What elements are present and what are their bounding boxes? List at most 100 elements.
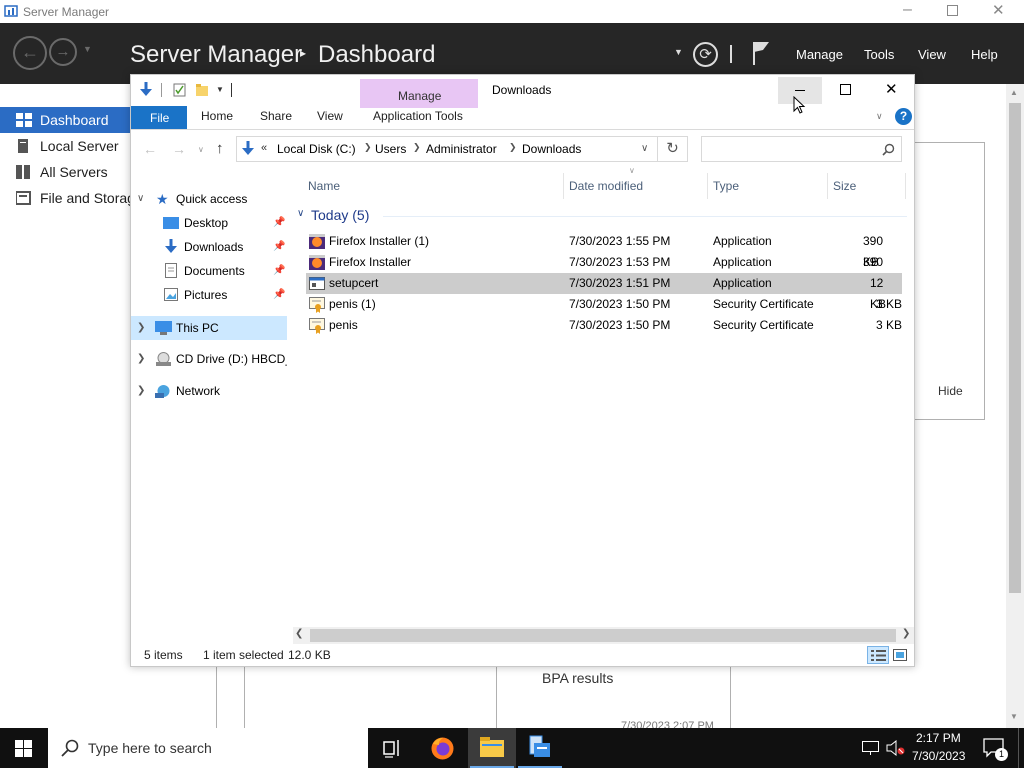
details-view-button[interactable]	[867, 646, 889, 664]
column-divider[interactable]	[905, 173, 906, 199]
server-manager-taskbar-button[interactable]	[516, 728, 564, 768]
menu-manage[interactable]: Manage	[796, 47, 843, 62]
nav-downloads[interactable]: Downloads 📌	[131, 235, 291, 259]
nav-back-icon[interactable]: ←	[143, 141, 157, 157]
address-part-administrator[interactable]: Administrator	[426, 142, 497, 156]
new-folder-icon[interactable]	[195, 83, 209, 97]
forward-button[interactable]: →	[49, 38, 77, 66]
recent-locations-icon[interactable]: ∨	[198, 145, 204, 154]
address-bar[interactable]: « Local Disk (C:) ❯ Users ❯ Administrato…	[236, 136, 658, 162]
firefox-taskbar-icon[interactable]	[430, 736, 455, 761]
chevron-down-icon[interactable]: ∨	[137, 187, 144, 211]
back-button[interactable]: ←	[13, 36, 47, 70]
search-input[interactable]	[706, 140, 874, 158]
pin-icon[interactable]: 📌	[273, 235, 285, 259]
refresh-icon[interactable]: ⟳	[693, 42, 718, 67]
sidebar-item-dashboard[interactable]: Dashboard	[0, 107, 130, 133]
task-view-icon[interactable]	[382, 738, 402, 758]
nav-desktop[interactable]: Desktop 📌	[131, 211, 291, 235]
sidebar-item-file-storage[interactable]: File and Storage Services	[0, 185, 130, 211]
address-dropdown-icon[interactable]: ∨	[641, 143, 648, 154]
chevron-right-icon[interactable]: ❯	[509, 142, 517, 153]
notifications-flag-icon[interactable]	[751, 40, 771, 66]
column-header-size[interactable]: Size	[833, 179, 856, 193]
column-header-type[interactable]: Type	[713, 179, 739, 193]
chevron-right-icon[interactable]: ❯	[413, 142, 421, 153]
sidebar-item-local-server[interactable]: Local Server	[0, 133, 130, 159]
tab-file[interactable]: File	[131, 106, 187, 129]
large-icons-view-icon[interactable]	[893, 649, 907, 661]
tab-view[interactable]: View	[317, 109, 343, 123]
clock-time[interactable]: 2:17 PM	[916, 731, 961, 745]
menu-tools[interactable]: Tools	[864, 47, 894, 62]
nav-cd-drive[interactable]: ❯ CD Drive (D:) HBCD_PE_x64	[131, 347, 287, 371]
nav-network[interactable]: ❯ Network	[131, 379, 291, 403]
scroll-thumb[interactable]	[310, 629, 896, 642]
table-row[interactable]: penis 7/30/2023 1:50 PM Security Certifi…	[306, 315, 902, 336]
chevron-right-icon[interactable]: ❯	[364, 142, 372, 153]
nav-this-pc[interactable]: ❯ This PC	[131, 316, 287, 340]
horizontal-scrollbar[interactable]: ❮ ❯	[293, 627, 914, 644]
scroll-right-icon[interactable]: ❯	[902, 628, 910, 639]
scroll-left-icon[interactable]: ❮	[295, 628, 303, 639]
chevron-right-icon[interactable]: ❯	[137, 316, 145, 340]
properties-icon[interactable]	[173, 83, 186, 97]
hide-link[interactable]: Hide	[938, 384, 963, 398]
sm-scrollbar[interactable]: ▲ ▼	[1006, 84, 1024, 728]
table-row[interactable]: Firefox Installer (1) 7/30/2023 1:55 PM …	[306, 231, 902, 269]
ribbon-expand-icon[interactable]: ∨	[876, 111, 883, 122]
sm-minimize-button[interactable]: –	[903, 1, 912, 19]
clock-date[interactable]: 7/30/2023	[912, 749, 965, 763]
scroll-down-icon[interactable]: ▼	[1010, 712, 1018, 721]
nav-forward-icon[interactable]: →	[172, 141, 186, 157]
address-overflow[interactable]: «	[261, 142, 267, 154]
scroll-up-icon[interactable]: ▲	[1010, 88, 1018, 97]
nav-documents[interactable]: Documents 📌	[131, 259, 291, 283]
group-collapse-icon[interactable]: ∨	[297, 208, 304, 219]
address-part-downloads[interactable]: Downloads	[522, 142, 581, 156]
tab-share[interactable]: Share	[260, 109, 292, 123]
tab-application-tools[interactable]: Application Tools	[373, 109, 463, 123]
bpa-results-label[interactable]: BPA results	[542, 670, 613, 686]
show-desktop-button[interactable]	[1018, 728, 1019, 768]
refresh-dropdown-icon[interactable]: ▼	[674, 47, 683, 57]
windows-start-icon[interactable]	[15, 740, 32, 757]
sidebar-item-all-servers[interactable]: All Servers	[0, 159, 130, 185]
group-header-today[interactable]: Today (5)	[311, 207, 369, 223]
nav-up-icon[interactable]: ↑	[216, 140, 224, 157]
explorer-close-button[interactable]: ✕	[885, 80, 898, 98]
table-row[interactable]: penis (1) 7/30/2023 1:50 PM Security Cer…	[306, 294, 902, 315]
address-part-users[interactable]: Users	[375, 142, 406, 156]
history-dropdown-icon[interactable]: ▼	[83, 44, 92, 54]
column-header-name[interactable]: Name	[308, 179, 340, 193]
pin-icon[interactable]: 📌	[273, 259, 285, 283]
volume-muted-icon[interactable]	[886, 740, 906, 756]
table-row[interactable]: Firefox Installer 7/30/2023 1:53 PM Appl…	[306, 252, 902, 290]
tab-home[interactable]: Home	[201, 109, 233, 123]
column-divider[interactable]	[827, 173, 828, 199]
address-part-local-disk[interactable]: Local Disk (C:)	[277, 142, 356, 156]
menu-help[interactable]: Help	[971, 47, 998, 62]
chevron-right-icon[interactable]: ❯	[137, 379, 145, 403]
table-row-selected[interactable]: setupcert 7/30/2023 1:51 PM Application …	[306, 273, 902, 311]
contextual-tab-manage[interactable]: Manage	[360, 79, 478, 108]
help-icon[interactable]: ?	[895, 108, 912, 125]
column-divider[interactable]	[563, 173, 564, 199]
search-box[interactable]	[701, 136, 902, 162]
column-divider[interactable]	[707, 173, 708, 199]
column-header-date[interactable]: Date modified	[569, 179, 643, 193]
taskbar-search-box[interactable]: Type here to search	[48, 728, 368, 768]
nav-pictures[interactable]: Pictures 📌	[131, 283, 291, 307]
explorer-taskbar-button[interactable]	[468, 728, 516, 768]
pin-icon[interactable]: 📌	[273, 211, 285, 235]
explorer-maximize-button[interactable]	[840, 84, 851, 95]
refresh-button[interactable]: ↻	[658, 136, 688, 162]
chevron-right-icon[interactable]: ❯	[137, 347, 145, 371]
pin-icon[interactable]: 📌	[273, 283, 285, 307]
menu-view[interactable]: View	[918, 47, 946, 62]
sm-maximize-button[interactable]	[947, 5, 958, 16]
scroll-thumb[interactable]	[1009, 103, 1021, 593]
nav-quick-access[interactable]: ∨ ★ Quick access	[131, 187, 291, 211]
sm-close-button[interactable]: ✕	[992, 1, 1005, 19]
qat-customize-icon[interactable]: ▼	[216, 85, 224, 94]
